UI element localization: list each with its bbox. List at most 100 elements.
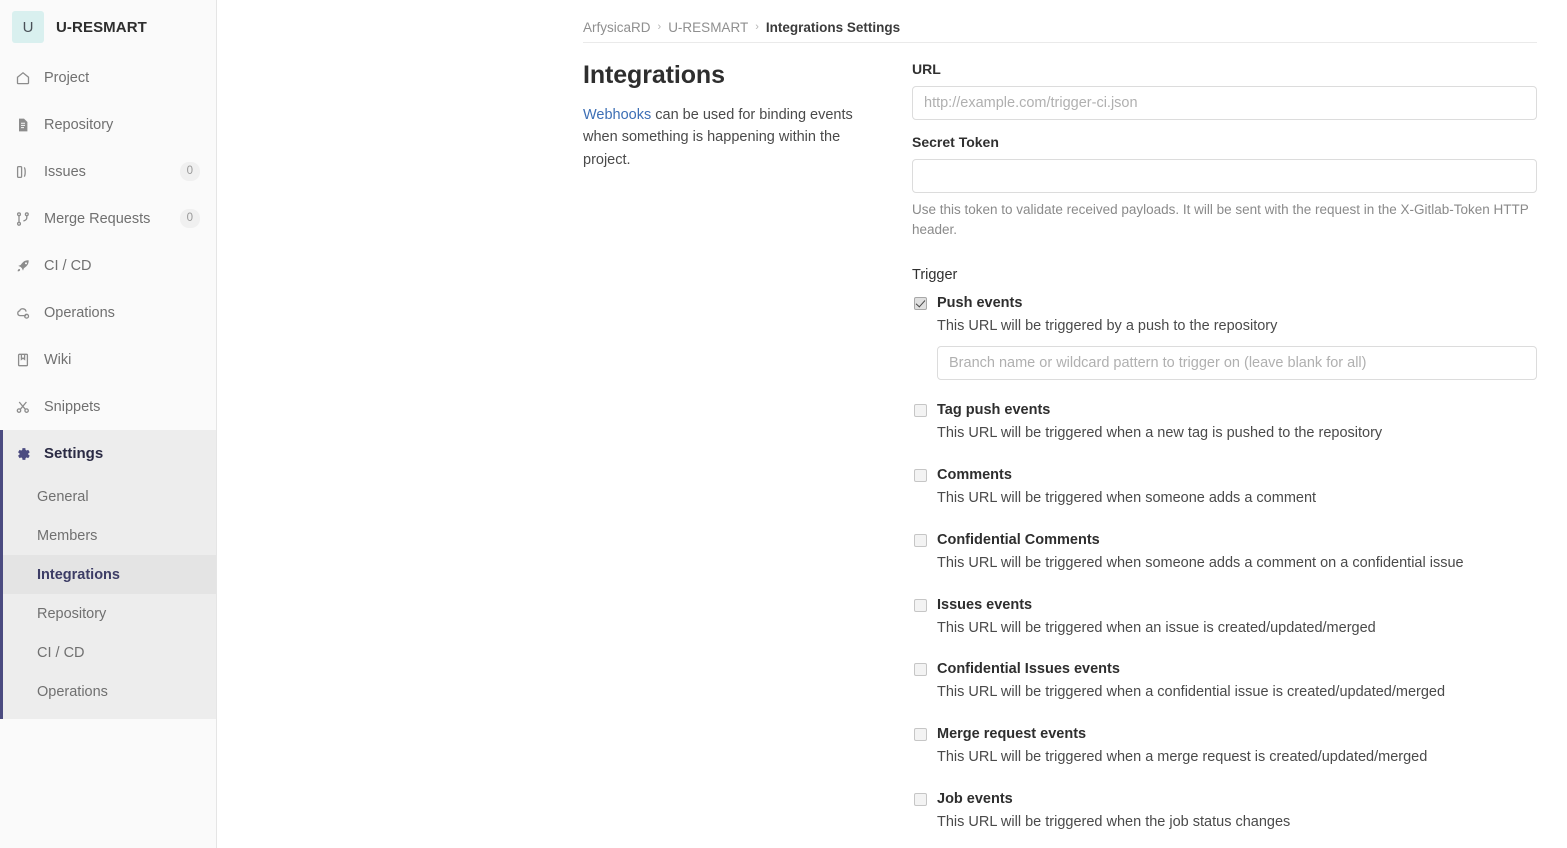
merge-icon <box>14 210 32 228</box>
trigger-row: Confidential Comments This URL will be tr… <box>912 530 1537 595</box>
trigger-row: Job events This URL will be triggered whe… <box>912 789 1537 848</box>
sidebar-item-ci-cd[interactable]: CI / CD <box>0 242 216 289</box>
trigger-label[interactable]: Job events <box>937 789 1537 810</box>
sidebar-item-badge: 0 <box>179 208 200 229</box>
trigger-row: Issues events This URL will be triggered … <box>912 595 1537 660</box>
issues-icon <box>14 163 32 181</box>
sidebar-item-label: Repository <box>44 116 114 133</box>
sidebar-item-label: Wiki <box>44 351 72 368</box>
trigger-checkbox[interactable] <box>914 663 927 677</box>
project-header[interactable]: U U-RESMART <box>0 0 216 54</box>
trigger-checkbox[interactable] <box>914 296 927 310</box>
trigger-row: Push events This URL will be triggered by… <box>912 293 1537 401</box>
sidebar-settings-sublist: General Members Integrations Repository CI /… <box>3 477 216 711</box>
sidebar-item-label: Snippets <box>44 398 101 415</box>
sidebar-subitem-label: Repository <box>37 605 107 622</box>
trigger-section-label: Trigger <box>912 266 958 283</box>
breadcrumb-separator-icon: › <box>657 21 662 33</box>
sidebar-subitem-label: Members <box>37 527 98 544</box>
trigger-description: This URL will be triggered when a merge … <box>937 749 1428 766</box>
sidebar-item-wiki[interactable]: Wiki <box>0 336 216 383</box>
sidebar-subitem-label: General <box>37 488 89 505</box>
trigger-checkbox[interactable] <box>914 728 927 742</box>
branch-filter-input[interactable] <box>937 346 1537 381</box>
trigger-list: Push events This URL will be triggered by… <box>912 293 1537 848</box>
webhook-form: URL Secret Token Use this token to valid… <box>912 61 1537 848</box>
scissors-icon <box>14 398 32 416</box>
trigger-body: Issues events This URL will be triggered … <box>937 595 1537 640</box>
secret-token-field-group: Secret Token Use this token to validate … <box>912 134 1537 241</box>
trigger-description: This URL will be triggered when the job … <box>937 813 1291 830</box>
sidebar-item-operations[interactable]: Operations <box>0 289 216 336</box>
sidebar-item-merge-requests[interactable]: Merge Requests 0 <box>0 195 216 242</box>
sidebar-subitem-integrations[interactable]: Integrations <box>3 555 216 594</box>
sidebar-item-repository[interactable]: Repository <box>0 101 216 148</box>
sidebar-subitem-repository[interactable]: Repository <box>3 594 216 633</box>
breadcrumb-item[interactable]: U-RESMART <box>668 20 748 35</box>
trigger-checkbox[interactable] <box>914 533 927 547</box>
project-sidebar: U U-RESMART Project Repository Issues 0 Merg… <box>0 0 217 848</box>
home-icon <box>14 69 32 87</box>
breadcrumb-item[interactable]: ArfysicaRD <box>583 20 651 35</box>
trigger-checkbox[interactable] <box>914 598 927 612</box>
trigger-body: Confidential Issues events This URL will … <box>937 659 1537 704</box>
trigger-description: This URL will be triggered by a push to … <box>937 317 1278 334</box>
url-input[interactable] <box>912 86 1537 120</box>
settings-content: Integrations Webhooks can be used for bi… <box>217 43 1567 848</box>
rocket-icon <box>14 257 32 275</box>
main-content: ArfysicaRD › U-RESMART › Integrations Settin… <box>217 0 1567 848</box>
trigger-label[interactable]: Confidential Issues events <box>937 659 1537 680</box>
sidebar-item-settings-label: Settings <box>44 445 104 462</box>
secret-token-help: Use this token to validate received payl… <box>912 202 1529 238</box>
trigger-checkbox[interactable] <box>914 404 927 418</box>
sidebar-subitem-ci-cd[interactable]: CI / CD <box>3 633 216 672</box>
trigger-body: Job events This URL will be triggered whe… <box>937 789 1537 834</box>
trigger-body: Tag push events This URL will be triggere… <box>937 400 1537 445</box>
trigger-description: This URL will be triggered when an issue… <box>937 619 1376 636</box>
sidebar-subitem-members[interactable]: Members <box>3 516 216 555</box>
breadcrumb-separator-icon: › <box>755 21 759 33</box>
breadcrumb-current: Integrations Settings <box>765 19 901 35</box>
file-icon <box>14 116 32 134</box>
sidebar-item-label: Operations <box>44 304 115 321</box>
trigger-label[interactable]: Push events <box>937 293 1537 314</box>
secret-token-input[interactable] <box>912 159 1537 193</box>
sidebar-settings-block: Settings General Members Integrations Repos… <box>0 430 216 719</box>
sidebar-subitem-label: CI / CD <box>37 644 85 661</box>
sidebar-item-project[interactable]: Project <box>0 54 216 101</box>
gear-icon <box>14 445 32 463</box>
trigger-label[interactable]: Merge request events <box>937 724 1537 745</box>
book-icon <box>14 351 32 369</box>
trigger-row: Merge request events This URL will be tri… <box>912 724 1537 789</box>
sidebar-item-issues[interactable]: Issues 0 <box>0 148 216 195</box>
webhooks-link[interactable]: Webhooks <box>583 107 651 123</box>
trigger-label[interactable]: Tag push events <box>937 400 1537 421</box>
sidebar-nav-list: Project Repository Issues 0 Merge Requests 0 C… <box>0 54 216 430</box>
sidebar-item-snippets[interactable]: Snippets <box>0 383 216 430</box>
cloud-gear-icon <box>14 304 32 322</box>
url-label: URL <box>912 61 941 77</box>
sidebar-item-label: Issues <box>44 163 86 180</box>
sidebar-subitem-general[interactable]: General <box>3 477 216 516</box>
secret-token-label: Secret Token <box>912 134 999 150</box>
sidebar-item-label: Project <box>44 69 90 86</box>
sidebar-subitem-label: Operations <box>37 683 108 700</box>
sidebar-subitem-label: Integrations <box>37 566 120 583</box>
trigger-description: This URL will be triggered when someone … <box>937 554 1464 571</box>
trigger-label[interactable]: Issues events <box>937 595 1537 616</box>
sidebar-item-label: CI / CD <box>44 257 92 274</box>
trigger-description: This URL will be triggered when someone … <box>937 490 1317 507</box>
trigger-body: Merge request events This URL will be tri… <box>937 724 1537 769</box>
trigger-checkbox[interactable] <box>914 792 927 806</box>
trigger-body: Confidential Comments This URL will be tr… <box>937 530 1537 575</box>
settings-description-column: Integrations Webhooks can be used for bi… <box>583 61 876 848</box>
trigger-label[interactable]: Comments <box>937 465 1537 486</box>
app-root: U U-RESMART Project Repository Issues 0 Merg… <box>0 0 1567 848</box>
sidebar-subitem-operations[interactable]: Operations <box>3 672 216 711</box>
sidebar-item-settings[interactable]: Settings <box>3 430 216 477</box>
sidebar-item-label: Merge Requests <box>44 210 151 227</box>
trigger-row: Confidential Issues events This URL will … <box>912 659 1537 724</box>
trigger-input-wrapper <box>937 346 1537 381</box>
trigger-checkbox[interactable] <box>914 469 927 483</box>
trigger-label[interactable]: Confidential Comments <box>937 530 1537 551</box>
